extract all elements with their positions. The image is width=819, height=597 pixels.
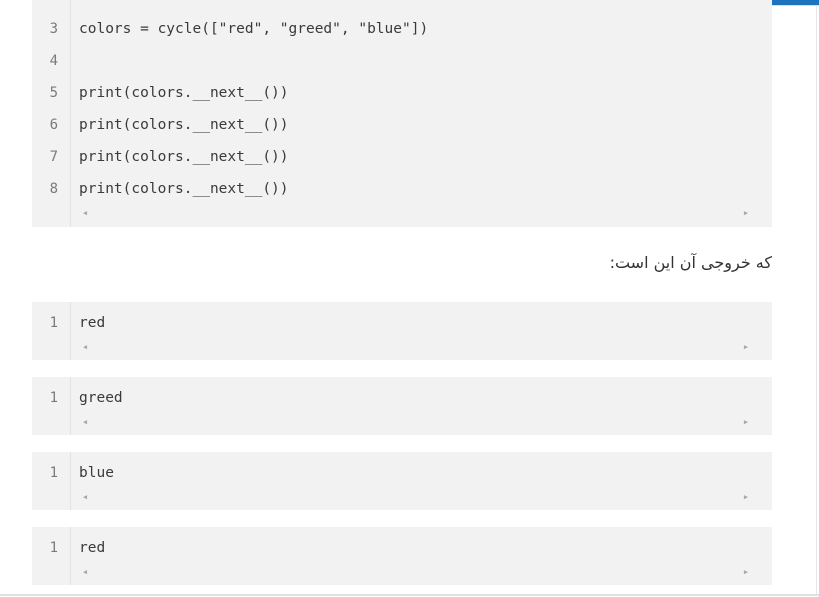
line-number: 8: [49, 181, 58, 197]
code-line: red: [79, 540, 106, 556]
scroll-right-icon[interactable]: ▶: [740, 490, 752, 504]
scroll-right-icon[interactable]: ▶: [740, 565, 752, 579]
code-line: red: [79, 315, 106, 331]
code-block-main: 3 colors = cycle(["red", "greed", "blue"…: [32, 0, 772, 227]
line-number: 3: [49, 21, 58, 37]
horizontal-scrollbar[interactable]: ◀ ▶: [79, 340, 752, 354]
line-number: 1: [49, 315, 58, 331]
horizontal-scrollbar[interactable]: ◀ ▶: [79, 415, 752, 429]
page-right-border: [816, 6, 817, 594]
scroll-right-icon[interactable]: ▶: [740, 415, 752, 429]
code-line: colors = cycle(["red", "greed", "blue"]): [79, 21, 429, 37]
code-line: print(colors.__next__()): [79, 85, 289, 101]
horizontal-scrollbar[interactable]: ◀ ▶: [79, 565, 752, 579]
line-number: 5: [49, 85, 58, 101]
line-number: 1: [49, 465, 58, 481]
scroll-left-icon[interactable]: ◀: [79, 340, 91, 354]
scroll-left-icon[interactable]: ◀: [79, 565, 91, 579]
line-number: 7: [49, 149, 58, 165]
code-line: greed: [79, 390, 123, 406]
page-bottom-border: [0, 594, 819, 596]
line-number: 6: [49, 117, 58, 133]
code-line: print(colors.__next__()): [79, 117, 289, 133]
line-number: 4: [49, 53, 58, 69]
scroll-right-icon[interactable]: ▶: [740, 340, 752, 354]
output-block: 1 blue ◀ ▶: [32, 452, 772, 510]
output-block: 1 red ◀ ▶: [32, 527, 772, 585]
output-intro-text: که خروجی آن این است:: [609, 253, 772, 272]
scroll-right-icon[interactable]: ▶: [740, 206, 752, 220]
code-line: blue: [79, 465, 114, 481]
scroll-left-icon[interactable]: ◀: [79, 490, 91, 504]
line-number: 1: [49, 390, 58, 406]
horizontal-scrollbar[interactable]: ◀ ▶: [79, 206, 752, 220]
scroll-left-icon[interactable]: ◀: [79, 415, 91, 429]
line-number: 1: [49, 540, 58, 556]
horizontal-scrollbar[interactable]: ◀ ▶: [79, 490, 752, 504]
code-line: print(colors.__next__()): [79, 149, 289, 165]
output-block: 1 red ◀ ▶: [32, 302, 772, 360]
scroll-left-icon[interactable]: ◀: [79, 206, 91, 220]
code-line: print(colors.__next__()): [79, 181, 289, 197]
output-block: 1 greed ◀ ▶: [32, 377, 772, 435]
